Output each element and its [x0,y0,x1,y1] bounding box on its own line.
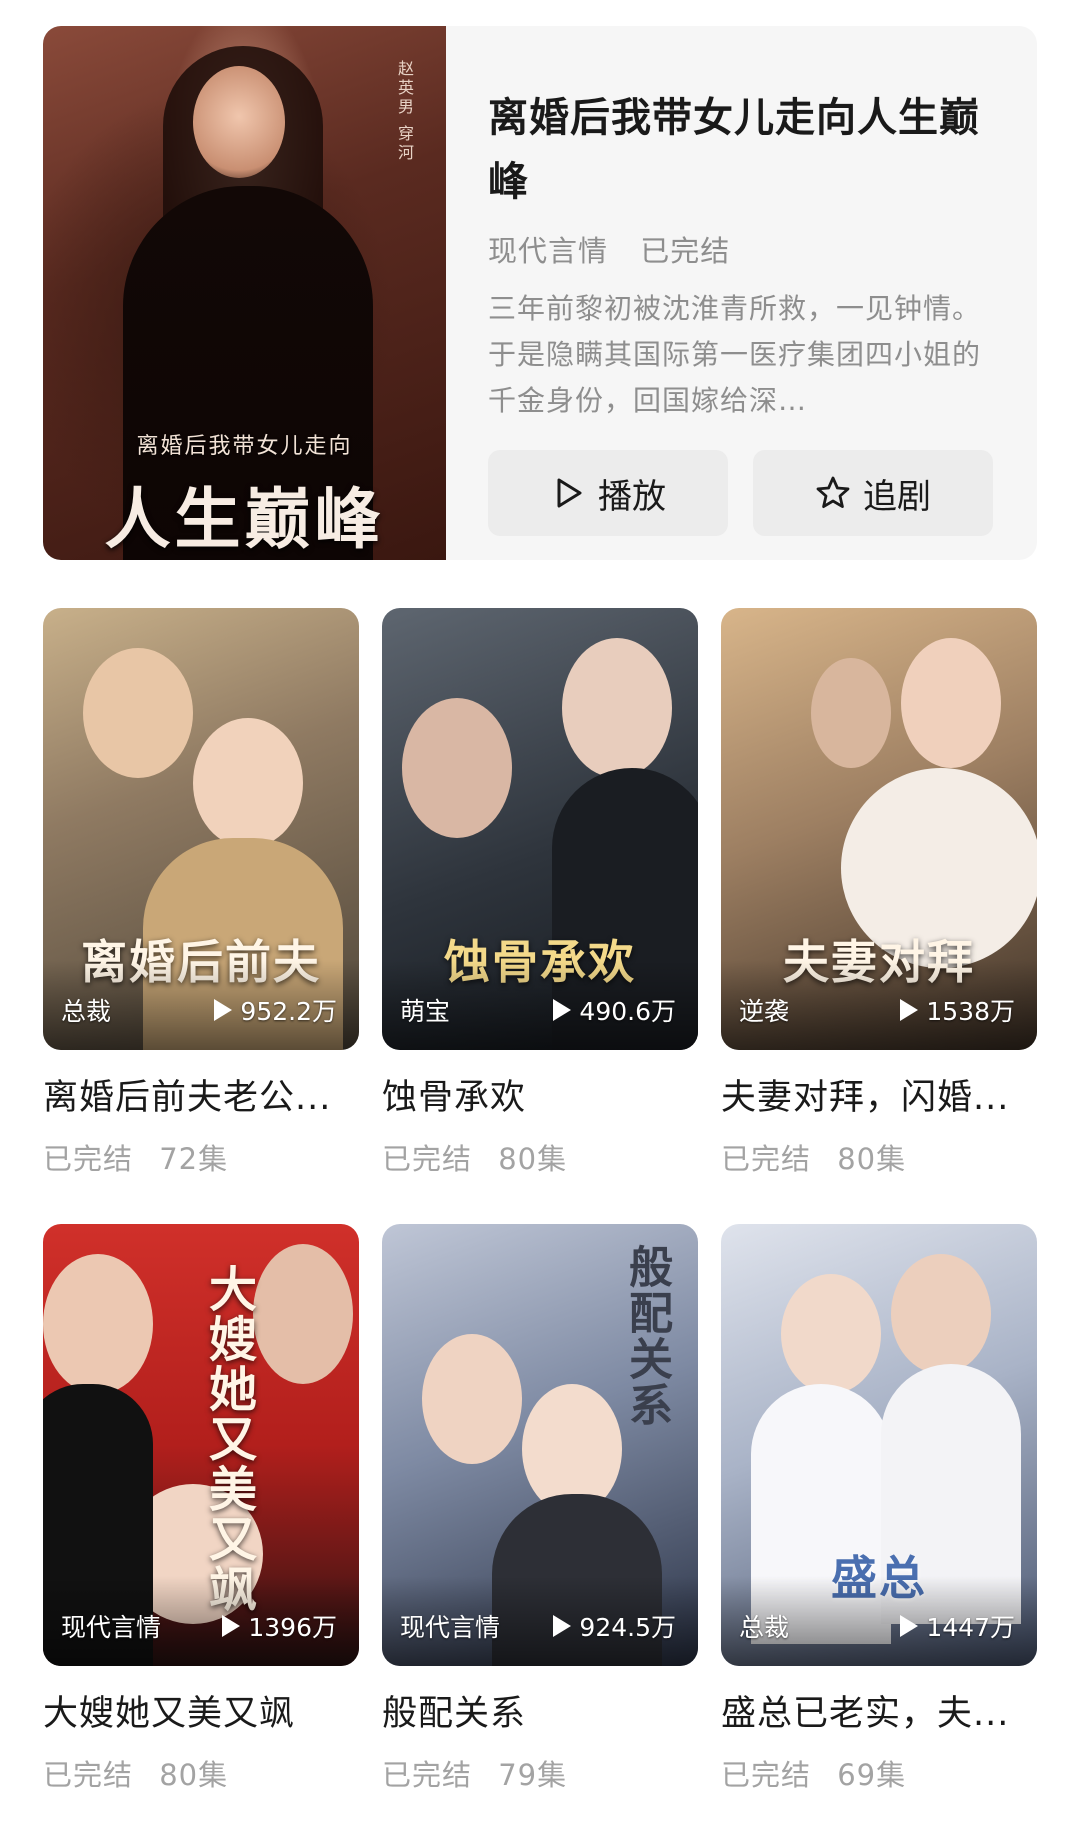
play-count-value: 952.2万 [240,997,337,1026]
play-count: 924.5万 [553,1608,676,1644]
play-icon [553,1615,572,1637]
poster-figure [811,658,891,768]
genre-badge: 萌宝 [400,997,451,1026]
play-count: 490.6万 [553,992,676,1028]
follow-button-label: 追剧 [863,476,931,517]
play-button-label: 播放 [598,476,666,517]
play-count: 952.2万 [214,992,337,1028]
drama-title[interactable]: 大嫂她又美又飒 [43,1690,359,1738]
status-text: 已完结 [382,1142,473,1176]
featured-info: 离婚后我带女儿走向人生巅峰 现代言情 已完结 三年前黎初被沈淮青所救，一见钟情。… [488,86,1008,424]
episode-count: 80集 [837,1142,907,1176]
genre-badge: 总裁 [61,997,112,1026]
play-icon [900,999,919,1021]
drama-meta: 已完结 69集 [721,1752,1037,1794]
drama-meta: 已完结 80集 [382,1136,698,1178]
play-icon [222,1615,241,1637]
drama-title[interactable]: 离婚后前夫老公... [43,1074,359,1122]
poster-figure-face [193,66,285,178]
follow-button[interactable]: 追剧 [753,450,993,536]
episode-count: 72集 [159,1142,229,1176]
drama-card[interactable]: 离婚后前夫 总裁 952.2万 离婚后前夫老公... 已完结 72集 [43,608,359,1178]
drama-poster[interactable]: 夫妻对拜 逆袭 1538万 [721,608,1037,1050]
genre-tag: 现代言情 [488,234,609,268]
play-count: 1538万 [900,992,1015,1028]
poster-title-art: 人生巅峰 [104,480,385,558]
featured-tags: 现代言情 已完结 [488,228,1008,270]
drama-poster[interactable]: 蚀骨承欢 萌宝 490.6万 [382,608,698,1050]
play-count-value: 1538万 [926,997,1015,1026]
genre-badge: 总裁 [739,1613,790,1642]
genre-badge: 现代言情 [400,1613,501,1642]
drama-poster[interactable]: 盛总 总裁 1447万 [721,1224,1037,1666]
drama-title[interactable]: 盛总已老实，夫... [721,1690,1037,1738]
status-text: 已完结 [382,1758,473,1792]
drama-meta: 已完结 80集 [721,1136,1037,1178]
status-tag: 已完结 [640,234,731,268]
poster-title-art: 般配关系 [621,1244,672,1428]
play-count: 1396万 [222,1608,337,1644]
genre-badge: 逆袭 [739,997,790,1026]
play-count-value: 1396万 [248,1613,337,1642]
poster-title-art: 大嫂她又美又飒 [200,1264,256,1614]
drama-card[interactable]: 般配关系 现代言情 924.5万 般配关系 已完结 79集 [382,1224,698,1794]
drama-card[interactable]: 夫妻对拜 逆袭 1538万 夫妻对拜，闪婚... 已完结 80集 [721,608,1037,1178]
drama-meta: 已完结 79集 [382,1752,698,1794]
status-text: 已完结 [43,1142,134,1176]
drama-meta: 已完结 80集 [43,1752,359,1794]
play-count-value: 1447万 [926,1613,1015,1642]
play-count-value: 924.5万 [579,1613,676,1642]
featured-title[interactable]: 离婚后我带女儿走向人生巅峰 [488,86,1008,214]
drama-card[interactable]: 大嫂她又美又飒 现代言情 1396万 大嫂她又美又飒 已完结 80集 [43,1224,359,1794]
drama-title[interactable]: 般配关系 [382,1690,698,1738]
drama-card[interactable]: 盛总 总裁 1447万 盛总已老实，夫... 已完结 69集 [721,1224,1037,1794]
poster-figure [43,1254,153,1394]
drama-poster[interactable]: 大嫂她又美又飒 现代言情 1396万 [43,1224,359,1666]
episode-count: 69集 [837,1758,907,1792]
play-count-value: 490.6万 [579,997,676,1026]
episode-count: 79集 [498,1758,568,1792]
featured-actions: 播放 追剧 [488,450,998,536]
drama-title[interactable]: 夫妻对拜，闪婚... [721,1074,1037,1122]
poster-figure [901,638,1001,768]
drama-meta: 已完结 72集 [43,1136,359,1178]
play-icon [553,999,572,1021]
status-text: 已完结 [43,1758,134,1792]
poster-figure [781,1274,881,1394]
poster-side-text: 赵英男 穿河 [395,60,414,164]
poster-figure [891,1254,991,1374]
play-icon [900,1615,919,1637]
drama-card[interactable]: 蚀骨承欢 萌宝 490.6万 蚀骨承欢 已完结 80集 [382,608,698,1178]
episode-count: 80集 [498,1142,568,1176]
genre-badge: 现代言情 [61,1613,162,1642]
featured-poster[interactable]: 赵英男 穿河 离婚后我带女儿走向 人生巅峰 [43,26,446,560]
status-text: 已完结 [721,1758,812,1792]
drama-title[interactable]: 蚀骨承欢 [382,1074,698,1122]
status-text: 已完结 [721,1142,812,1176]
poster-figure [193,718,303,848]
play-icon [214,999,233,1021]
poster-subtitle: 离婚后我带女儿走向 [136,434,353,459]
drama-poster[interactable]: 离婚后前夫 总裁 952.2万 [43,608,359,1050]
play-outline-icon [557,478,582,508]
episode-count: 80集 [159,1758,229,1792]
drama-poster[interactable]: 般配关系 现代言情 924.5万 [382,1224,698,1666]
drama-list-page: 赵英男 穿河 离婚后我带女儿走向 人生巅峰 离婚后我带女儿走向人生巅峰 现代言情… [0,0,1080,1822]
featured-drama-card[interactable]: 赵英男 穿河 离婚后我带女儿走向 人生巅峰 离婚后我带女儿走向人生巅峰 现代言情… [43,26,1037,560]
poster-figure [253,1244,353,1384]
poster-figure [562,638,672,778]
star-outline-icon [816,476,850,508]
featured-description: 三年前黎初被沈淮青所救，一见钟情。于是隐瞒其国际第一医疗集团四小姐的千金身份，回… [488,292,982,417]
poster-figure [402,698,512,838]
poster-figure [83,648,193,778]
play-count: 1447万 [900,1608,1015,1644]
play-button[interactable]: 播放 [488,450,728,536]
poster-figure [422,1334,522,1464]
